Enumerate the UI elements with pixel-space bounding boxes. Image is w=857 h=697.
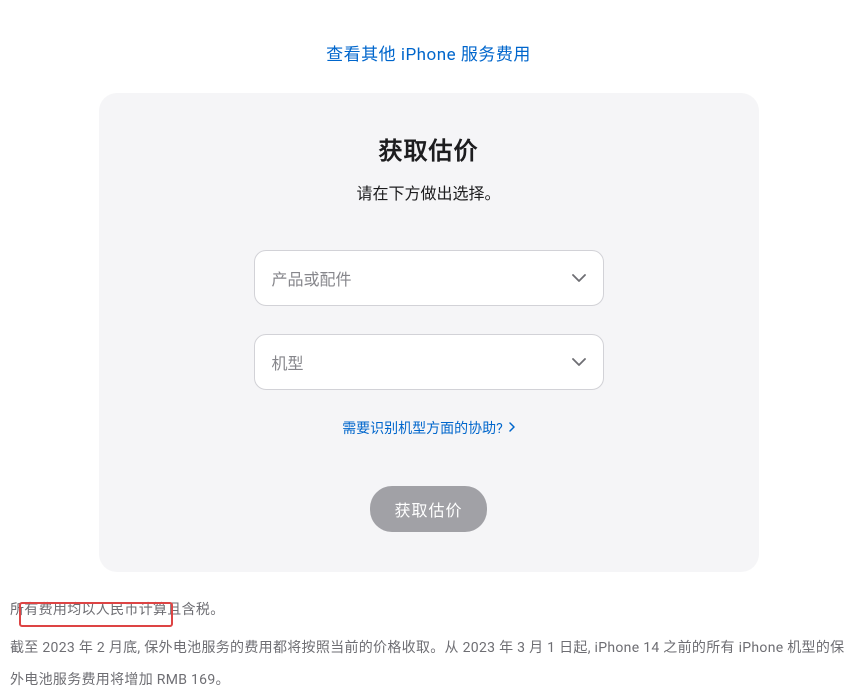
product-select-wrap: 产品或配件: [254, 250, 604, 306]
help-link-text: 需要识别机型方面的协助?: [342, 418, 503, 438]
chevron-down-icon: [572, 274, 586, 282]
estimate-card: 获取估价 请在下方做出选择。 产品或配件 机型 需要识别机型方面的协助? 获取估…: [99, 93, 759, 572]
card-subtitle: 请在下方做出选择。: [149, 180, 709, 204]
chevron-down-icon: [572, 358, 586, 366]
footer-line-1: 所有费用均以人民币计算且含税。: [10, 594, 847, 626]
product-select-placeholder: 产品或配件: [272, 266, 352, 290]
get-estimate-button[interactable]: 获取估价: [370, 486, 486, 532]
other-service-fees-link[interactable]: 查看其他 iPhone 服务费用: [326, 45, 531, 65]
model-select[interactable]: 机型: [254, 334, 604, 390]
footer-notes: 所有费用均以人民币计算且含税。 截至 2023 年 2 月底, 保外电池服务的费…: [0, 572, 857, 697]
model-select-wrap: 机型: [254, 334, 604, 390]
footer-line-2: 截至 2023 年 2 月底, 保外电池服务的费用都将按照当前的价格收取。从 2…: [10, 632, 847, 696]
model-select-placeholder: 机型: [272, 350, 304, 374]
identify-model-help-link[interactable]: 需要识别机型方面的协助?: [342, 418, 515, 438]
card-title: 获取估价: [149, 131, 709, 166]
top-link-wrap: 查看其他 iPhone 服务费用: [0, 0, 857, 93]
chevron-right-icon: [509, 420, 515, 436]
product-select[interactable]: 产品或配件: [254, 250, 604, 306]
